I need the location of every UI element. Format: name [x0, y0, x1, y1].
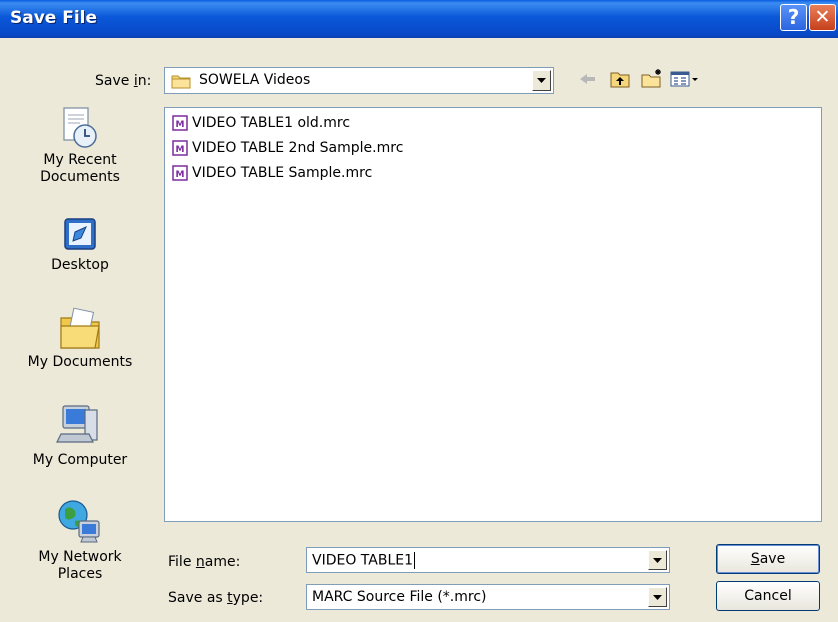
chevron-down-icon [653, 595, 662, 600]
close-icon: ✕ [814, 6, 831, 28]
marc-file-icon: M [172, 115, 188, 131]
marc-file-icon: M [172, 140, 188, 156]
place-my-computer[interactable]: My Computer [0, 400, 160, 469]
place-my-recent-documents[interactable]: My Recent Documents [0, 106, 160, 186]
save-file-dialog: Save File ? ✕ Save in: SOWELA Videos My … [0, 0, 838, 622]
chevron-down-icon [653, 558, 662, 563]
place-my-network-places[interactable]: My Network Places [0, 497, 160, 583]
up-folder-icon[interactable] [609, 69, 631, 89]
new-folder-icon[interactable] [640, 69, 664, 89]
text-cursor [414, 552, 416, 569]
save-as-type-dropdown-button[interactable] [648, 587, 667, 607]
help-icon: ? [787, 5, 800, 29]
chevron-down-icon [537, 78, 546, 83]
save-in-label: Save in: [95, 73, 152, 89]
file-item[interactable]: M VIDEO TABLE 2nd Sample.mrc [172, 137, 403, 159]
marc-file-icon: M [172, 165, 188, 181]
place-my-documents[interactable]: My Documents [0, 300, 160, 371]
file-name-dropdown-button[interactable] [648, 550, 667, 570]
cancel-button[interactable]: Cancel [716, 581, 820, 611]
view-menu-icon[interactable] [670, 69, 700, 89]
place-desktop[interactable]: Desktop [0, 217, 160, 274]
file-list[interactable]: M VIDEO TABLE1 old.mrc M VIDEO TABLE 2nd… [164, 107, 822, 522]
save-as-type-label: Save as type: [168, 590, 264, 606]
desktop-icon [64, 218, 96, 250]
my-computer-icon [56, 405, 98, 443]
svg-text:M: M [176, 145, 185, 155]
folder-icon [171, 75, 191, 89]
places-bar: My Recent Documents Desktop My Documents [0, 103, 160, 603]
window-title: Save File [10, 8, 98, 28]
file-name-combobox[interactable]: VIDEO TABLE1 [306, 547, 670, 573]
my-documents-icon [60, 307, 100, 349]
file-item[interactable]: M VIDEO TABLE1 old.mrc [172, 112, 350, 134]
back-icon[interactable] [576, 69, 598, 89]
save-in-dropdown-button[interactable] [532, 70, 551, 91]
svg-text:M: M [176, 170, 185, 180]
save-in-value: SOWELA Videos [199, 72, 311, 88]
file-name-label: File name: [168, 554, 241, 570]
svg-text:M: M [176, 120, 185, 130]
recent-documents-icon [63, 107, 97, 148]
save-in-dropdown[interactable]: SOWELA Videos [164, 67, 554, 94]
help-button[interactable]: ? [780, 4, 807, 31]
save-button[interactable]: Save [716, 544, 820, 574]
file-item[interactable]: M VIDEO TABLE Sample.mrc [172, 162, 372, 184]
file-name-input[interactable]: VIDEO TABLE1 [312, 552, 416, 569]
save-as-type-dropdown[interactable]: MARC Source File (*.mrc) [306, 584, 670, 610]
title-bar[interactable]: Save File ? ✕ [0, 0, 838, 38]
network-places-icon [58, 500, 100, 543]
save-as-type-value: MARC Source File (*.mrc) [312, 589, 487, 605]
close-button[interactable]: ✕ [809, 4, 836, 31]
